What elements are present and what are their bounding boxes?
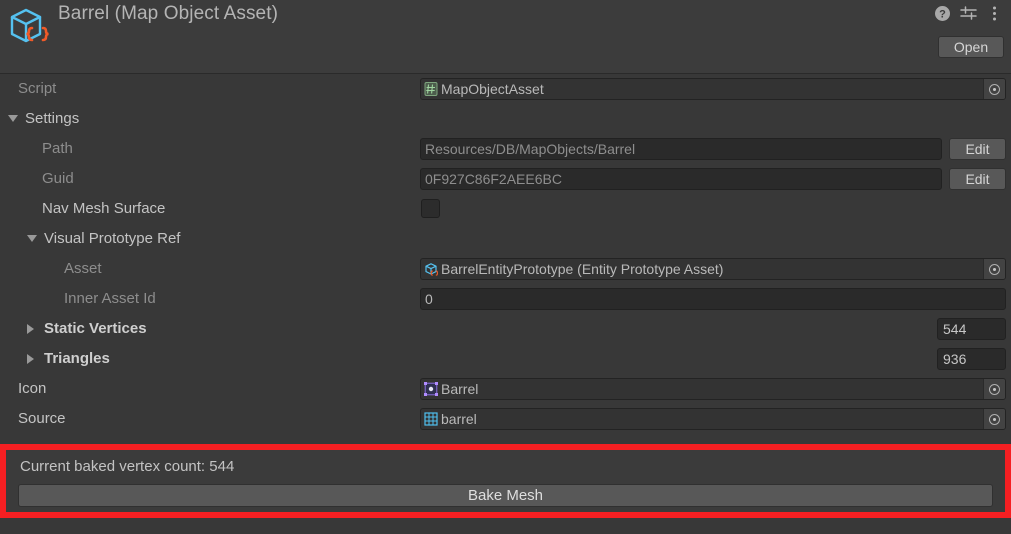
path-label: Path (42, 140, 73, 157)
row-path: Path Resources/DB/MapObjects/Barrel Edit (0, 134, 1011, 164)
static-vertices-size-input[interactable]: 544 (937, 318, 1006, 340)
row-visual-prototype-ref[interactable]: Visual Prototype Ref (0, 224, 1011, 254)
svg-text:?: ? (939, 9, 946, 21)
path-value: Resources/DB/MapObjects/Barrel (425, 141, 636, 157)
path-input[interactable]: Resources/DB/MapObjects/Barrel (420, 138, 942, 160)
row-icon: Icon Barrel (0, 374, 1011, 404)
row-nav-mesh-surface: Nav Mesh Surface (0, 194, 1011, 224)
asset-label: Asset (64, 260, 102, 277)
asset-value: BarrelEntityPrototype (Entity Prototype … (441, 261, 724, 277)
guid-input[interactable]: 0F927C86F2AEE6BC (420, 168, 942, 190)
visual-prototype-ref-label: Visual Prototype Ref (44, 230, 181, 247)
settings-label: Settings (25, 110, 80, 127)
bake-mesh-button[interactable]: Bake Mesh (18, 484, 993, 507)
baked-vertex-count-text: Current baked vertex count: 544 (20, 458, 235, 475)
inspector-window: Barrel (Map Object Asset) ? Open Script … (0, 0, 1011, 534)
entity-prototype-cube-icon (424, 262, 439, 276)
static-vertices-foldout-arrow[interactable] (27, 324, 34, 334)
header-icon-group: ? (934, 5, 1003, 22)
picker-dot-icon (989, 383, 1000, 395)
triangles-size-input[interactable]: 936 (937, 348, 1006, 370)
row-settings[interactable]: Settings (0, 104, 1011, 134)
row-triangles: Triangles 936 (0, 344, 1011, 374)
icon-object-field[interactable]: Barrel (420, 378, 1006, 400)
mesh-grid-icon (424, 412, 438, 426)
script-object-picker[interactable] (983, 79, 1005, 99)
page-title: Barrel (Map Object Asset) (58, 3, 279, 24)
inspector-body: Script MapObjectAsset Settings Path Reso… (0, 74, 1011, 434)
script-object-field[interactable]: MapObjectAsset (420, 78, 1006, 100)
inner-asset-id-value: 0 (425, 291, 433, 307)
icon-object-picker[interactable] (983, 379, 1005, 399)
cs-script-icon (424, 82, 438, 96)
open-button[interactable]: Open (938, 36, 1004, 58)
help-icon[interactable]: ? (934, 5, 951, 22)
preset-settings-icon[interactable] (960, 5, 977, 22)
picker-dot-icon (989, 83, 1000, 95)
triangles-foldout-arrow[interactable] (27, 354, 34, 364)
settings-foldout-arrow[interactable] (8, 115, 18, 122)
row-source: Source barrel (0, 404, 1011, 434)
inner-asset-id-input[interactable]: 0 (420, 288, 1006, 310)
row-static-vertices: Static Vertices 544 (0, 314, 1011, 344)
source-object-field[interactable]: barrel (420, 408, 1006, 430)
row-asset: Asset BarrelEntityPrototype (Entity Prot… (0, 254, 1011, 284)
bake-mesh-highlight-box: Current baked vertex count: 544 Bake Mes… (0, 444, 1011, 518)
script-value: MapObjectAsset (441, 81, 544, 97)
asset-object-picker[interactable] (983, 259, 1005, 279)
static-vertices-label: Static Vertices (44, 320, 147, 337)
source-value: barrel (441, 411, 477, 427)
nav-mesh-surface-label: Nav Mesh Surface (42, 200, 166, 217)
row-inner-asset-id: Inner Asset Id 0 (0, 284, 1011, 314)
nav-mesh-surface-checkbox[interactable] (421, 199, 440, 218)
icon-value: Barrel (441, 381, 479, 397)
row-guid: Guid 0F927C86F2AEE6BC Edit (0, 164, 1011, 194)
asset-object-field[interactable]: BarrelEntityPrototype (Entity Prototype … (420, 258, 1006, 280)
inspector-header: Barrel (Map Object Asset) ? Open (0, 0, 1011, 74)
path-edit-button[interactable]: Edit (949, 138, 1006, 160)
visual-prototype-ref-foldout-arrow[interactable] (27, 235, 37, 242)
guid-edit-button[interactable]: Edit (949, 168, 1006, 190)
icon-label: Icon (18, 380, 47, 397)
inner-asset-id-label: Inner Asset Id (64, 290, 156, 307)
sprite-icon (424, 382, 438, 396)
picker-dot-icon (989, 263, 1000, 275)
script-label: Script (18, 80, 57, 97)
more-menu-icon[interactable] (986, 5, 1003, 22)
source-object-picker[interactable] (983, 409, 1005, 429)
guid-label: Guid (42, 170, 74, 187)
source-label: Source (18, 410, 66, 427)
map-object-asset-cube-braces-icon (5, 4, 49, 48)
row-script: Script MapObjectAsset (0, 74, 1011, 104)
guid-value: 0F927C86F2AEE6BC (425, 171, 562, 187)
picker-dot-icon (989, 413, 1000, 425)
triangles-label: Triangles (44, 350, 110, 367)
